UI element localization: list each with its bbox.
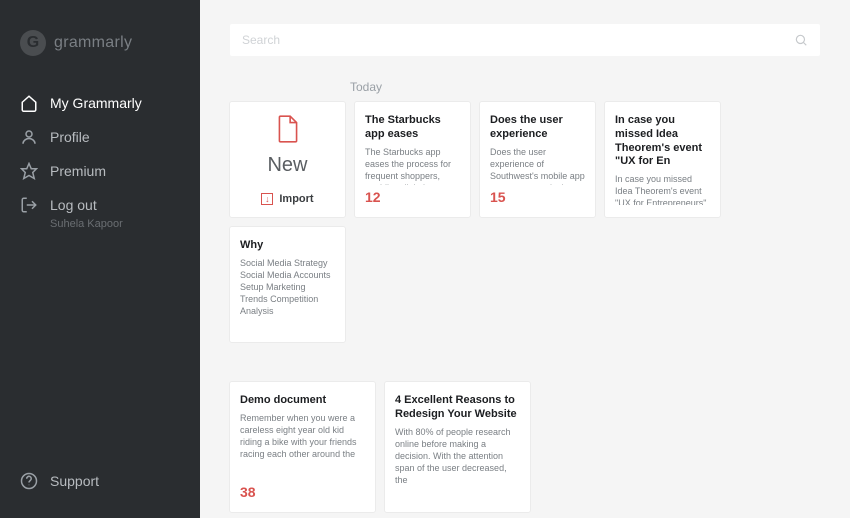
card-excerpt: The Starbucks app eases the process for … — [365, 146, 460, 186]
new-document-card[interactable]: New ↓ Import — [230, 102, 345, 217]
nav-my-grammarly[interactable]: My Grammarly — [0, 86, 200, 120]
card-count: 15 — [490, 189, 585, 205]
card-excerpt: Does the user experience of Southwest's … — [490, 146, 585, 186]
documents-row-2: Demo document Remember when you were a c… — [230, 382, 820, 512]
logout-icon — [20, 196, 38, 214]
new-label: New — [267, 154, 307, 177]
import-button[interactable]: ↓ Import — [261, 193, 313, 205]
nav-label: Premium — [50, 163, 106, 179]
card-count: 38 — [240, 484, 365, 500]
help-icon — [20, 472, 38, 490]
star-icon — [20, 162, 38, 180]
sidebar: G grammarly My Grammarly Profile Premium — [0, 0, 200, 518]
document-card[interactable]: 4 Excellent Reasons to Redesign Your Web… — [385, 382, 530, 512]
import-label: Import — [279, 193, 313, 205]
documents-row-1: New ↓ Import The Starbucks app eases The… — [230, 102, 820, 342]
card-count: 12 — [365, 189, 460, 205]
card-title: Does the user experience — [490, 114, 585, 142]
card-title: The Starbucks app eases — [365, 114, 460, 142]
brand-mark-icon: G — [20, 30, 46, 56]
card-excerpt: With 80% of people research online befor… — [395, 426, 520, 501]
card-excerpt: Remember when you were a careless eight … — [240, 412, 365, 480]
document-card[interactable]: Demo document Remember when you were a c… — [230, 382, 375, 512]
card-title: Demo document — [240, 394, 365, 408]
nav-label: My Grammarly — [50, 95, 142, 111]
import-icon: ↓ — [261, 193, 273, 205]
nav-logout-user: Suhela Kapoor — [0, 218, 200, 230]
nav: My Grammarly Profile Premium Log out Suh… — [0, 86, 200, 236]
section-label-today: Today — [350, 80, 820, 94]
brand-name: grammarly — [54, 34, 132, 52]
user-icon — [20, 128, 38, 146]
nav-support[interactable]: Support — [0, 464, 200, 498]
document-card[interactable]: Does the user experience Does the user e… — [480, 102, 595, 217]
nav-profile[interactable]: Profile — [0, 120, 200, 154]
document-icon — [275, 114, 301, 144]
brand-logo: G grammarly — [0, 20, 200, 86]
card-excerpt: Social Media Strategy Social Media Accou… — [240, 257, 335, 330]
nav-premium[interactable]: Premium — [0, 154, 200, 188]
nav-label: Support — [50, 473, 99, 489]
card-title: 4 Excellent Reasons to Redesign Your Web… — [395, 394, 520, 422]
card-title: In case you missed Idea Theorem's event … — [615, 114, 710, 169]
home-icon — [20, 94, 38, 112]
search-bar[interactable] — [230, 24, 820, 56]
card-title: Why — [240, 239, 335, 253]
document-card[interactable]: In case you missed Idea Theorem's event … — [605, 102, 720, 217]
search-icon — [794, 33, 808, 47]
card-excerpt: In case you missed Idea Theorem's event … — [615, 173, 710, 205]
document-card[interactable]: The Starbucks app eases The Starbucks ap… — [355, 102, 470, 217]
document-card[interactable]: Why Social Media Strategy Social Media A… — [230, 227, 345, 342]
nav-label: Profile — [50, 129, 90, 145]
search-input[interactable] — [242, 33, 794, 47]
nav-logout[interactable]: Log out — [0, 188, 200, 222]
nav-label: Log out — [50, 197, 97, 213]
main-content: Today New ↓ Import The Starbucks app eas… — [200, 0, 850, 518]
